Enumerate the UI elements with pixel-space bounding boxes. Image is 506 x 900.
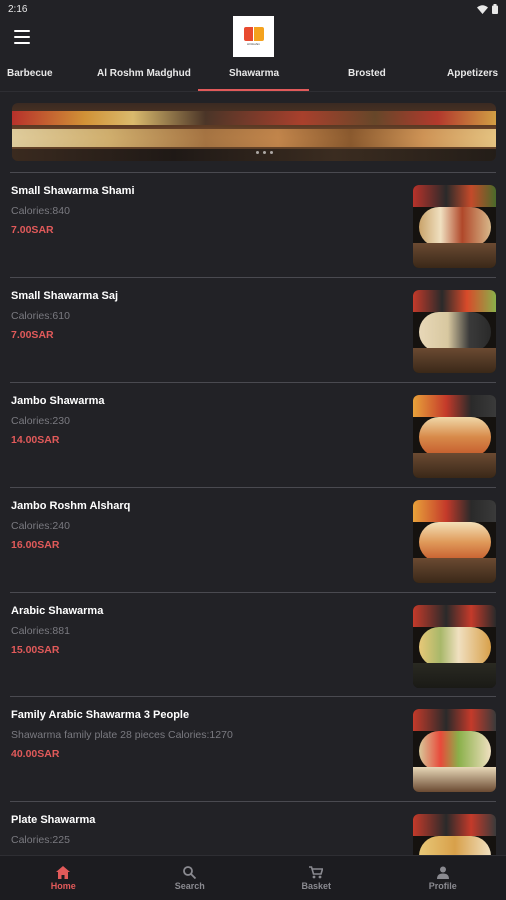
category-tabs: Barbecue Al Roshm Madghud Shawarma Brost… (0, 62, 506, 92)
list-item[interactable]: Jambo Shawarma Calories:230 14.00SAR (10, 381, 496, 487)
list-item[interactable]: Small Shawarma Saj Calories:610 7.00SAR (10, 276, 496, 382)
menu-item-list: Small Shawarma Shami Calories:840 7.00SA… (0, 172, 506, 900)
nav-profile-label: Profile (428, 880, 457, 891)
item-price: 7.00SAR (11, 328, 54, 341)
item-image (413, 499, 496, 583)
nav-basket[interactable]: Basket (253, 856, 380, 900)
item-description: Calories:240 (11, 519, 70, 532)
battery-icon (492, 4, 498, 14)
tab-barbecue[interactable]: Barbecue (7, 68, 53, 79)
item-image (413, 289, 496, 373)
item-price: 14.00SAR (11, 433, 60, 446)
item-price: 15.00SAR (11, 643, 60, 656)
nav-basket-label: Basket (301, 880, 332, 891)
item-price: 16.00SAR (11, 538, 60, 551)
item-image (413, 394, 496, 478)
tab-appetizers[interactable]: Appetizers (447, 68, 498, 79)
item-image (413, 604, 496, 688)
logo-mark (243, 27, 264, 41)
item-price: 40.00SAR (11, 748, 60, 761)
home-icon (56, 865, 71, 879)
nav-home[interactable]: Home (0, 856, 127, 900)
item-description: Calories:840 (11, 205, 70, 217)
active-tab-indicator (198, 89, 309, 91)
logo-text: Al Roshm (246, 42, 260, 46)
menu-icon[interactable] (14, 30, 30, 44)
item-name: Arabic Shawarma (11, 604, 104, 617)
list-item[interactable]: Jambo Roshm Alsharq Calories:240 16.00SA… (10, 486, 496, 592)
item-name: Plate Shawarma (11, 814, 96, 827)
item-description: Calories:230 (11, 414, 70, 427)
item-description: Shawarma family plate 28 pieces Calories… (11, 729, 233, 742)
tab-al-roshm-madghud[interactable]: Al Roshm Madghud (97, 68, 191, 79)
app-bar: Al Roshm (0, 16, 506, 58)
list-item[interactable]: Family Arabic Shawarma 3 People Shawarma… (10, 696, 496, 801)
item-image (413, 185, 496, 268)
nav-profile[interactable]: Profile (380, 856, 506, 900)
cart-icon (309, 865, 324, 878)
tab-brosted[interactable]: Brosted (348, 68, 386, 79)
list-item[interactable]: Arabic Shawarma Calories:881 15.00SAR (10, 591, 496, 697)
app-logo: Al Roshm (233, 16, 274, 57)
nav-search-label: Search (174, 880, 205, 891)
promo-banner[interactable] (12, 103, 496, 161)
item-name: Family Arabic Shawarma 3 People (11, 709, 190, 722)
item-name: Small Shawarma Shami (11, 185, 135, 197)
item-name: Small Shawarma Saj (11, 289, 118, 302)
item-description: Calories:610 (11, 309, 70, 322)
tab-shawarma[interactable]: Shawarma (229, 68, 279, 79)
item-name: Jambo Roshm Alsharq (11, 499, 131, 512)
status-time: 2:16 (8, 3, 28, 15)
item-name: Jambo Shawarma (11, 394, 105, 407)
search-icon (183, 865, 197, 879)
item-description: Calories:881 (11, 624, 70, 637)
nav-search[interactable]: Search (127, 856, 254, 900)
status-icons (477, 4, 498, 14)
bottom-navigation: Home Search Basket Profile (0, 855, 506, 900)
list-item[interactable]: Small Shawarma Shami Calories:840 7.00SA… (10, 172, 496, 277)
nav-home-label: Home (50, 880, 76, 891)
person-icon (436, 866, 449, 879)
item-image (413, 709, 496, 793)
item-description: Calories:225 (11, 834, 70, 847)
item-price: 7.00SAR (11, 224, 54, 236)
banner-pagination-dots (256, 151, 273, 154)
wifi-icon (477, 4, 488, 14)
